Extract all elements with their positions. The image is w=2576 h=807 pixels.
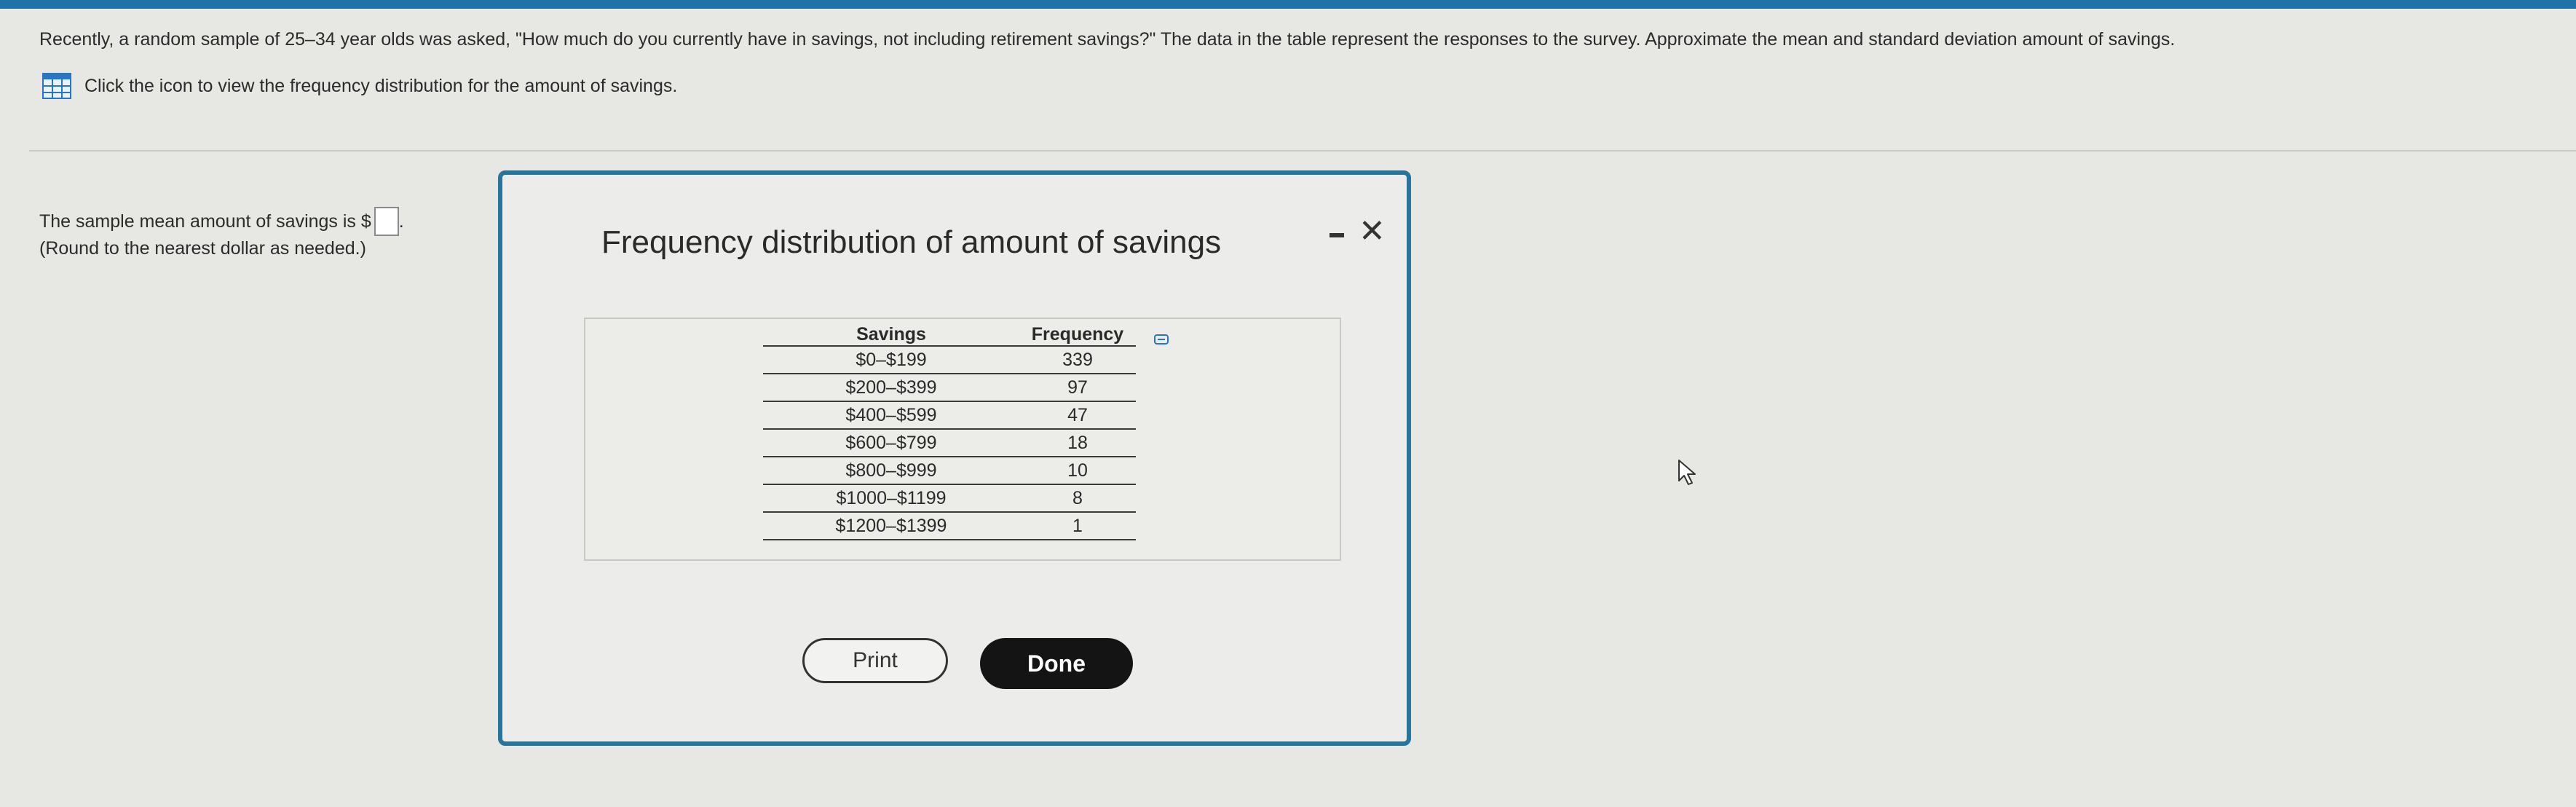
answer-line: The sample mean amount of savings is $ . — [39, 207, 404, 236]
frequency-cell: 47 — [1019, 401, 1136, 430]
answer-section: The sample mean amount of savings is $ .… — [39, 207, 404, 261]
table-row: $0–$199 339 — [763, 346, 1136, 374]
copy-table-icon[interactable] — [1153, 334, 1169, 345]
answer-period: . — [398, 211, 404, 232]
table-row: $400–$599 47 — [763, 401, 1136, 430]
header-savings: Savings — [763, 323, 1019, 347]
mean-answer-input[interactable] — [374, 207, 399, 236]
table-row: $1000–$1199 8 — [763, 484, 1136, 513]
answer-prompt: The sample mean amount of savings is $ — [39, 211, 371, 232]
savings-cell: $400–$599 — [763, 401, 1019, 430]
table-row: $800–$999 10 — [763, 457, 1136, 485]
table-row: $200–$399 97 — [763, 374, 1136, 402]
table-row: $600–$799 18 — [763, 429, 1136, 457]
view-frequency-link[interactable]: Click the icon to view the frequency dis… — [42, 73, 677, 99]
top-header-bar — [0, 0, 2576, 9]
mouse-cursor-icon — [1678, 460, 1696, 485]
dialog-title: Frequency distribution of amount of savi… — [601, 224, 1222, 260]
savings-cell: $1000–$1199 — [763, 484, 1019, 513]
frequency-dialog: Frequency distribution of amount of savi… — [498, 170, 1411, 746]
question-text: Recently, a random sample of 25–34 year … — [39, 29, 2176, 50]
table-row: $1200–$1399 1 — [763, 512, 1136, 540]
done-button[interactable]: Done — [980, 638, 1133, 689]
savings-cell: $800–$999 — [763, 457, 1019, 485]
savings-cell: $200–$399 — [763, 374, 1019, 402]
table-header-row: Savings Frequency — [763, 323, 1136, 347]
frequency-cell: 10 — [1019, 457, 1136, 485]
table-icon[interactable] — [42, 73, 71, 99]
rounding-note: (Round to the nearest dollar as needed.) — [39, 238, 366, 259]
savings-cell: $600–$799 — [763, 429, 1019, 457]
minimize-icon[interactable] — [1327, 219, 1348, 248]
frequency-cell: 97 — [1019, 374, 1136, 402]
frequency-cell: 339 — [1019, 346, 1136, 374]
close-icon[interactable]: ✕ — [1359, 213, 1386, 251]
frequency-cell: 18 — [1019, 429, 1136, 457]
header-frequency: Frequency — [1019, 323, 1136, 347]
section-divider — [29, 150, 2576, 151]
view-frequency-link-text[interactable]: Click the icon to view the frequency dis… — [84, 76, 677, 97]
frequency-table: Savings Frequency $0–$199 339 $200–$399 … — [763, 323, 1136, 540]
savings-cell: $1200–$1399 — [763, 512, 1019, 540]
print-button[interactable]: Print — [802, 638, 948, 683]
table-panel: Savings Frequency $0–$199 339 $200–$399 … — [584, 318, 1341, 561]
savings-cell: $0–$199 — [763, 346, 1019, 374]
frequency-cell: 8 — [1019, 484, 1136, 513]
frequency-cell: 1 — [1019, 512, 1136, 540]
